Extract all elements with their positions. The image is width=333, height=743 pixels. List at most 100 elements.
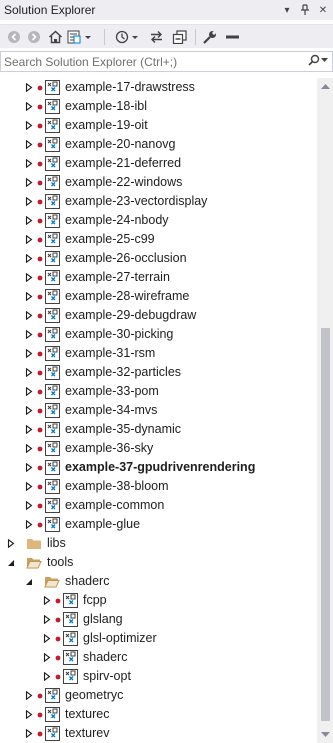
project-node[interactable]: example-25-c99 [0, 230, 317, 249]
properties-icon[interactable] [201, 29, 217, 45]
project-node[interactable]: example-36-sky [0, 439, 317, 458]
project-node[interactable]: spirv-opt [0, 667, 317, 686]
git-status-dot-icon [36, 135, 43, 154]
collapsed-arrow-icon[interactable] [40, 648, 54, 667]
project-node[interactable]: example-20-nanovg [0, 135, 317, 154]
collapsed-arrow-icon[interactable] [22, 496, 36, 515]
collapsed-arrow-icon[interactable] [22, 515, 36, 534]
tree-item-label: shaderc [65, 574, 110, 588]
collapsed-arrow-icon[interactable] [22, 211, 36, 230]
pin-icon[interactable] [297, 2, 313, 18]
cpp-project-icon [43, 515, 61, 534]
tree-item-label: geometryc [65, 688, 124, 702]
close-icon[interactable]: ✕ [315, 2, 331, 18]
collapsed-arrow-icon[interactable] [22, 78, 36, 97]
project-node[interactable]: example-35-dynamic [0, 420, 317, 439]
collapsed-arrow-icon[interactable] [22, 116, 36, 135]
collapsed-arrow-icon[interactable] [40, 591, 54, 610]
collapsed-arrow-icon[interactable] [22, 439, 36, 458]
collapsed-arrow-icon[interactable] [22, 363, 36, 382]
collapsed-arrow-icon[interactable] [22, 135, 36, 154]
project-node[interactable]: texturev [0, 724, 317, 743]
project-node[interactable]: example-29-debugdraw [0, 306, 317, 325]
collapsed-arrow-icon[interactable] [40, 667, 54, 686]
switch-views-icon[interactable] [66, 29, 94, 45]
project-node[interactable]: example-27-terrain [0, 268, 317, 287]
tree-item-label: example-36-sky [65, 441, 154, 455]
project-node[interactable]: example-31-rsm [0, 344, 317, 363]
project-node[interactable]: example-30-picking [0, 325, 317, 344]
search-input[interactable] [4, 53, 304, 71]
tree-item-label: example-20-nanovg [65, 137, 176, 151]
collapse-all-icon[interactable] [171, 29, 187, 45]
dropdown-icon[interactable]: ▾ [279, 2, 295, 18]
project-node[interactable]: shaderc [0, 648, 317, 667]
collapsed-arrow-icon[interactable] [22, 97, 36, 116]
collapsed-arrow-icon[interactable] [22, 249, 36, 268]
project-node[interactable]: example-glue [0, 515, 317, 534]
scrollbar-thumb[interactable] [321, 328, 330, 721]
project-node[interactable]: texturec [0, 705, 317, 724]
project-node[interactable]: example-32-particles [0, 363, 317, 382]
collapsed-arrow-icon[interactable] [22, 325, 36, 344]
collapsed-arrow-icon[interactable] [22, 344, 36, 363]
scroll-down-icon[interactable] [317, 727, 333, 743]
collapsed-arrow-icon[interactable] [22, 401, 36, 420]
preview-icon[interactable] [224, 29, 240, 45]
collapsed-arrow-icon[interactable] [22, 230, 36, 249]
collapsed-arrow-icon[interactable] [22, 724, 36, 743]
cpp-project-icon [43, 192, 61, 211]
collapsed-arrow-icon[interactable] [4, 534, 18, 553]
project-node[interactable]: geometryc [0, 686, 317, 705]
pending-changes-icon[interactable] [114, 29, 142, 45]
cpp-project-icon [61, 591, 79, 610]
back-icon[interactable] [6, 29, 22, 45]
collapsed-arrow-icon[interactable] [22, 154, 36, 173]
project-node[interactable]: example-38-bloom [0, 477, 317, 496]
collapsed-arrow-icon[interactable] [22, 287, 36, 306]
project-node[interactable]: example-18-ibl [0, 97, 317, 116]
collapsed-arrow-icon[interactable] [22, 420, 36, 439]
collapsed-arrow-icon[interactable] [22, 686, 36, 705]
home-icon[interactable] [47, 29, 63, 45]
cpp-project-icon [43, 78, 61, 97]
project-node[interactable]: fcpp [0, 591, 317, 610]
collapsed-arrow-icon[interactable] [40, 629, 54, 648]
collapsed-arrow-icon[interactable] [22, 382, 36, 401]
expanded-arrow-icon[interactable] [22, 572, 36, 591]
expanded-arrow-icon[interactable] [4, 553, 18, 572]
scroll-up-icon[interactable] [317, 78, 333, 94]
git-status-dot-icon [36, 97, 43, 116]
cpp-project-icon [43, 173, 61, 192]
folder-node[interactable]: libs [0, 534, 317, 553]
collapsed-arrow-icon[interactable] [22, 173, 36, 192]
project-node[interactable]: glslang [0, 610, 317, 629]
folder-node[interactable]: tools [0, 553, 317, 572]
project-node[interactable]: example-28-wireframe [0, 287, 317, 306]
project-node[interactable]: example-21-deferred [0, 154, 317, 173]
project-node[interactable]: example-22-windows [0, 173, 317, 192]
project-node[interactable]: example-23-vectordisplay [0, 192, 317, 211]
collapsed-arrow-icon[interactable] [22, 268, 36, 287]
collapsed-arrow-icon[interactable] [22, 458, 36, 477]
tree-item-label: glsl-optimizer [83, 631, 157, 645]
project-node[interactable]: example-34-mvs [0, 401, 317, 420]
folder-node[interactable]: shaderc [0, 572, 317, 591]
project-node[interactable]: example-24-nbody [0, 211, 317, 230]
search-options-button[interactable] [308, 54, 328, 66]
vertical-scrollbar[interactable] [317, 78, 333, 743]
collapsed-arrow-icon[interactable] [22, 705, 36, 724]
project-node[interactable]: glsl-optimizer [0, 629, 317, 648]
sync-icon[interactable] [148, 29, 164, 45]
project-node[interactable]: example-33-pom [0, 382, 317, 401]
collapsed-arrow-icon[interactable] [40, 610, 54, 629]
collapsed-arrow-icon[interactable] [22, 306, 36, 325]
forward-icon[interactable] [26, 29, 42, 45]
project-node[interactable]: example-17-drawstress [0, 78, 317, 97]
project-node[interactable]: example-37-gpudrivenrendering [0, 458, 317, 477]
project-node[interactable]: example-26-occlusion [0, 249, 317, 268]
project-node[interactable]: example-19-oit [0, 116, 317, 135]
project-node[interactable]: example-common [0, 496, 317, 515]
collapsed-arrow-icon[interactable] [22, 477, 36, 496]
collapsed-arrow-icon[interactable] [22, 192, 36, 211]
